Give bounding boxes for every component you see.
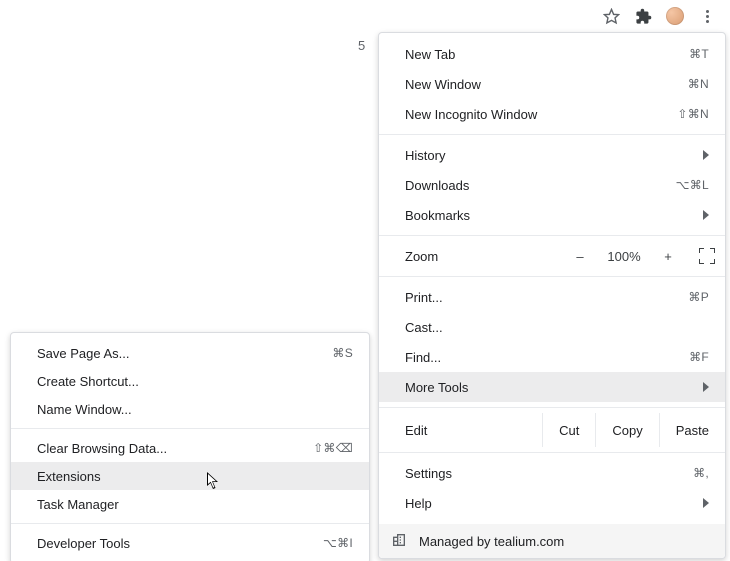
menu-managed[interactable]: Managed by tealium.com [379,524,725,558]
separator [11,523,369,524]
extensions-puzzle-icon[interactable] [634,7,652,25]
managed-label: Managed by tealium.com [419,534,564,549]
menu-new-window[interactable]: New Window ⌘N [379,69,725,99]
menu-downloads[interactable]: Downloads ⌥⌘L [379,170,725,200]
stray-text: 5 [358,38,365,53]
menu-print[interactable]: Print... ⌘P [379,282,725,312]
edit-paste[interactable]: Paste [659,413,725,447]
menu-more-tools[interactable]: More Tools [379,372,725,402]
separator [379,276,725,277]
menu-cast[interactable]: Cast... [379,312,725,342]
chevron-right-icon [693,210,709,220]
edit-copy[interactable]: Copy [595,413,658,447]
separator [11,428,369,429]
chrome-main-menu: New Tab ⌘T New Window ⌘N New Incognito W… [378,32,726,559]
edit-cut[interactable]: Cut [542,413,595,447]
building-icon [391,532,407,551]
zoom-percent: 100% [603,249,645,264]
fullscreen-icon[interactable] [699,248,715,264]
zoom-out-button[interactable]: – [571,249,589,264]
separator [379,235,725,236]
menu-history[interactable]: History [379,140,725,170]
submenu-task-manager[interactable]: Task Manager [11,490,369,518]
zoom-in-button[interactable]: + [659,249,677,264]
menu-zoom: Zoom – 100% + [379,241,725,271]
menu-settings[interactable]: Settings ⌘, [379,458,725,488]
menu-bookmarks[interactable]: Bookmarks [379,200,725,230]
separator [379,134,725,135]
menu-incognito[interactable]: New Incognito Window ⇧⌘N [379,99,725,129]
browser-toolbar [382,0,730,32]
chevron-right-icon [693,150,709,160]
profile-avatar[interactable] [666,7,684,25]
kebab-menu-icon[interactable] [698,7,716,25]
more-tools-submenu: Save Page As... ⌘S Create Shortcut... Na… [10,332,370,561]
menu-edit: Edit Cut Copy Paste [379,413,725,447]
menu-new-tab[interactable]: New Tab ⌘T [379,39,725,69]
separator [379,407,725,408]
menu-help[interactable]: Help [379,488,725,518]
star-icon[interactable] [602,7,620,25]
menu-find[interactable]: Find... ⌘F [379,342,725,372]
separator [379,452,725,453]
submenu-create-shortcut[interactable]: Create Shortcut... [11,367,369,395]
submenu-name-window[interactable]: Name Window... [11,395,369,423]
chevron-right-icon [693,498,709,508]
chevron-right-icon [693,382,709,392]
submenu-clear-data[interactable]: Clear Browsing Data... ⇧⌘⌫ [11,434,369,462]
submenu-extensions[interactable]: Extensions [11,462,369,490]
submenu-dev-tools[interactable]: Developer Tools ⌥⌘I [11,529,369,557]
submenu-save-as[interactable]: Save Page As... ⌘S [11,339,369,367]
